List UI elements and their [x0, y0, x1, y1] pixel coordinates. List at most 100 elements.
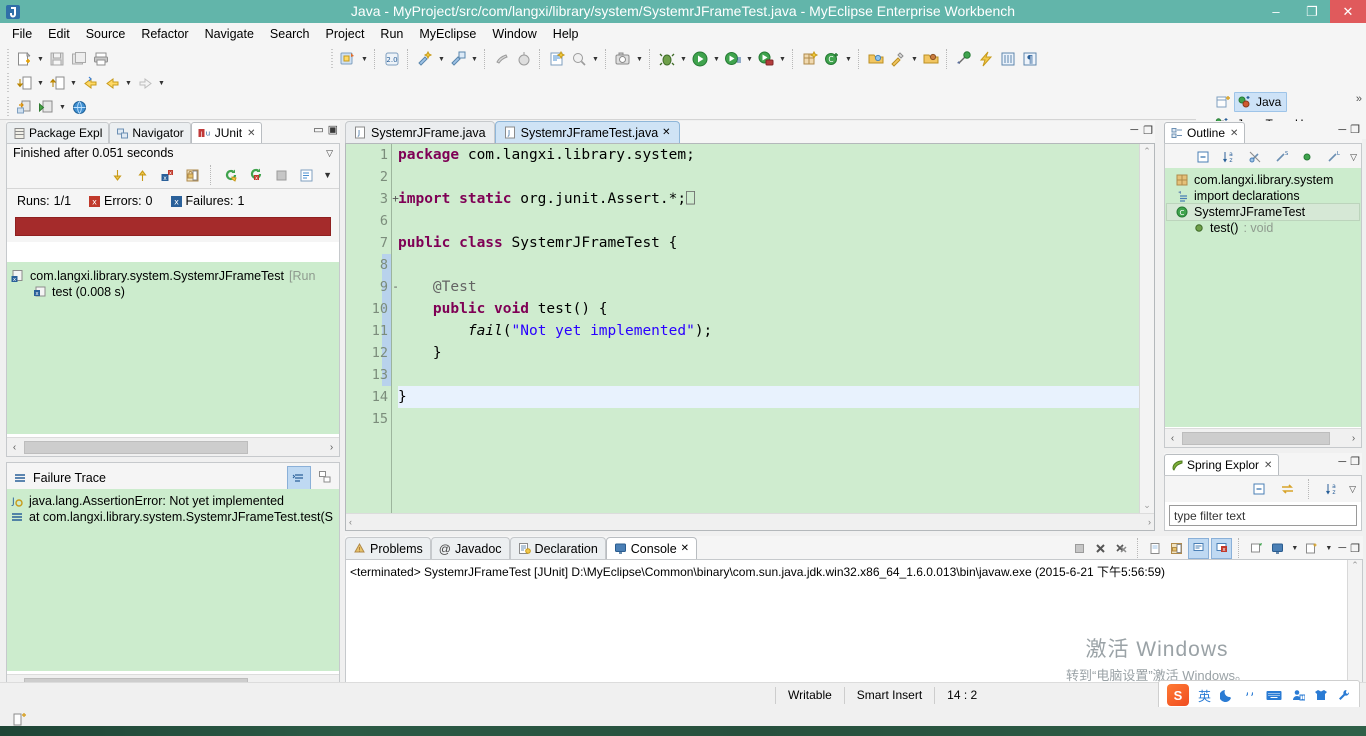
pin-console-icon[interactable] — [1247, 539, 1266, 558]
spring-view-menu-icon[interactable]: ▽ — [1349, 484, 1356, 495]
outline-scroll-thumb[interactable] — [1182, 431, 1330, 445]
open-task-icon[interactable] — [920, 48, 942, 70]
editor-maximize-icon[interactable]: ❐ — [1143, 124, 1153, 137]
show-failures-only-icon[interactable]: xx — [156, 164, 178, 186]
editor-hscroll-left-icon[interactable]: ‹ — [349, 517, 352, 527]
remove-launch-icon[interactable] — [1091, 539, 1110, 558]
link-with-editor-icon[interactable] — [1276, 478, 1298, 500]
spring-minimize-icon[interactable]: ─ — [1338, 456, 1346, 468]
next-failure-icon[interactable] — [106, 164, 128, 186]
junit-tree-row-class[interactable]: x com.langxi.library.system.SystemrJFram… — [11, 268, 335, 284]
tab-problems[interactable]: ! Problems — [345, 537, 431, 559]
menu-window[interactable]: Window — [484, 25, 544, 43]
minimize-button[interactable]: – — [1258, 0, 1294, 23]
junit-toolbar-menu-icon[interactable]: ▼ — [320, 170, 335, 180]
menu-help[interactable]: Help — [545, 25, 587, 43]
sogou-logo-icon[interactable]: S — [1166, 684, 1189, 706]
display-selected-console-icon[interactable] — [1268, 539, 1287, 558]
lock-scroll-icon[interactable] — [181, 164, 203, 186]
hide-static-members-icon[interactable]: S — [1270, 146, 1292, 168]
close-button[interactable]: ✕ — [1330, 0, 1366, 23]
menu-project[interactable]: Project — [318, 25, 373, 43]
editor-scroll-up-icon[interactable]: ⌃ — [1140, 146, 1154, 157]
snapshot-dropdown-arrow[interactable]: ▼ — [634, 48, 645, 70]
new-wizard-icon[interactable] — [414, 48, 436, 70]
open-console-icon[interactable] — [1302, 539, 1321, 558]
editor-vertical-scrollbar[interactable]: ⌃ ⌄ — [1139, 144, 1154, 514]
save-all-icon[interactable] — [68, 48, 90, 70]
import-dropdown-arrow[interactable]: ▼ — [35, 72, 46, 94]
new-wizard-dropdown-arrow[interactable]: ▼ — [436, 48, 447, 70]
forward-icon[interactable] — [134, 72, 156, 94]
sort-alphabetically-icon[interactable]: az — [1321, 478, 1343, 500]
tasks-icon[interactable] — [953, 48, 975, 70]
debug-icon[interactable] — [656, 48, 678, 70]
forward-dropdown-arrow[interactable]: ▼ — [156, 72, 167, 94]
junit-view-menu-icon[interactable]: ▽ — [326, 148, 333, 159]
console-minimize-icon[interactable]: ─ — [1336, 542, 1348, 554]
menu-file[interactable]: File — [4, 25, 40, 43]
pilcrow-icon[interactable]: ¶ — [1019, 48, 1041, 70]
perspective-tab-java[interactable]: Java — [1234, 92, 1288, 112]
menu-navigate[interactable]: Navigate — [197, 25, 262, 43]
editor-horizontal-scrollbar[interactable]: ‹ › — [346, 513, 1154, 530]
console-body[interactable]: <terminated> SystemrJFrameTest [JUnit] D… — [345, 559, 1363, 694]
export-icon[interactable] — [46, 72, 68, 94]
quick-fix-icon[interactable] — [887, 48, 909, 70]
build-icon[interactable] — [491, 48, 513, 70]
new-icon[interactable] — [13, 48, 35, 70]
tab-spring-explorer[interactable]: Spring Explor ✕ — [1164, 454, 1280, 475]
new-report-icon[interactable] — [546, 48, 568, 70]
tab-junit[interactable]: Ju JUnit ✕ — [190, 122, 263, 143]
failure-trace-row-exception[interactable]: J java.lang.AssertionError: Not yet impl… — [10, 493, 336, 509]
external-tools-icon[interactable] — [755, 48, 777, 70]
back-dropdown-arrow[interactable]: ▼ — [123, 72, 134, 94]
toolbar-grip[interactable] — [330, 49, 335, 69]
collapse-all-icon[interactable] — [1248, 478, 1270, 500]
tab-junit-close-icon[interactable]: ✕ — [247, 128, 255, 139]
outline-maximize-icon[interactable]: ❐ — [1350, 123, 1360, 136]
outline-scroll-left-icon[interactable]: ‹ — [1165, 433, 1180, 444]
debug-dropdown-arrow[interactable]: ▼ — [678, 48, 689, 70]
new-class-icon[interactable]: C — [821, 48, 843, 70]
open-browser-icon[interactable] — [68, 96, 90, 118]
stop-icon[interactable] — [270, 164, 292, 186]
show-console-on-error-icon[interactable]: x — [1211, 537, 1233, 559]
back-annotated-icon[interactable] — [79, 72, 101, 94]
menu-run[interactable]: Run — [372, 25, 411, 43]
outline-row-method[interactable]: test() : void — [1167, 220, 1359, 236]
hide-fields-icon[interactable] — [1244, 146, 1266, 168]
editor-scroll-down-icon[interactable]: ⌄ — [1140, 500, 1154, 511]
collapse-all-icon[interactable] — [1192, 146, 1214, 168]
menu-source[interactable]: Source — [78, 25, 134, 43]
new-dropdown-arrow[interactable]: ▼ — [35, 48, 46, 70]
snapshot-icon[interactable] — [612, 48, 634, 70]
search-dropdown-arrow[interactable]: ▼ — [590, 48, 601, 70]
code-area[interactable]: 1 2 3 + 6 7 8 9- 10 11 12 13 14 15 packag… — [346, 144, 1140, 514]
import-icon[interactable] — [13, 72, 35, 94]
run-server-icon[interactable] — [35, 96, 57, 118]
export-dropdown-arrow[interactable]: ▼ — [68, 72, 79, 94]
rerun-test-icon[interactable] — [220, 164, 242, 186]
rerun-failed-tests-icon[interactable]: x — [245, 164, 267, 186]
menu-myeclipse[interactable]: MyEclipse — [411, 25, 484, 43]
compare-result-icon[interactable] — [314, 466, 336, 488]
previous-failure-icon[interactable] — [131, 164, 153, 186]
tab-console-close-icon[interactable]: ✕ — [681, 543, 689, 554]
web20-icon[interactable]: 2.0 — [381, 48, 403, 70]
save-icon[interactable] — [46, 48, 68, 70]
tab-outline[interactable]: Outline ✕ — [1164, 122, 1246, 143]
menu-search[interactable]: Search — [262, 25, 318, 43]
editor-tab-systemrjframe[interactable]: J SystemrJFrame.java — [345, 121, 495, 143]
tab-spring-explorer-close-icon[interactable]: ✕ — [1264, 460, 1272, 471]
book-icon[interactable] — [997, 48, 1019, 70]
code-text[interactable]: package com.langxi.library.system; impor… — [392, 144, 1140, 514]
spring-maximize-icon[interactable]: ❐ — [1350, 455, 1360, 468]
soft-keyboard-icon[interactable] — [1266, 689, 1282, 702]
outline-view-menu-icon[interactable]: ▽ — [1348, 152, 1357, 163]
open-perspective-icon[interactable] — [1212, 91, 1234, 113]
run-dropdown-arrow[interactable]: ▼ — [711, 48, 722, 70]
user-icon[interactable]: 1 — [1291, 688, 1305, 702]
search-icon[interactable] — [568, 48, 590, 70]
remove-all-terminated-icon[interactable] — [1112, 539, 1131, 558]
